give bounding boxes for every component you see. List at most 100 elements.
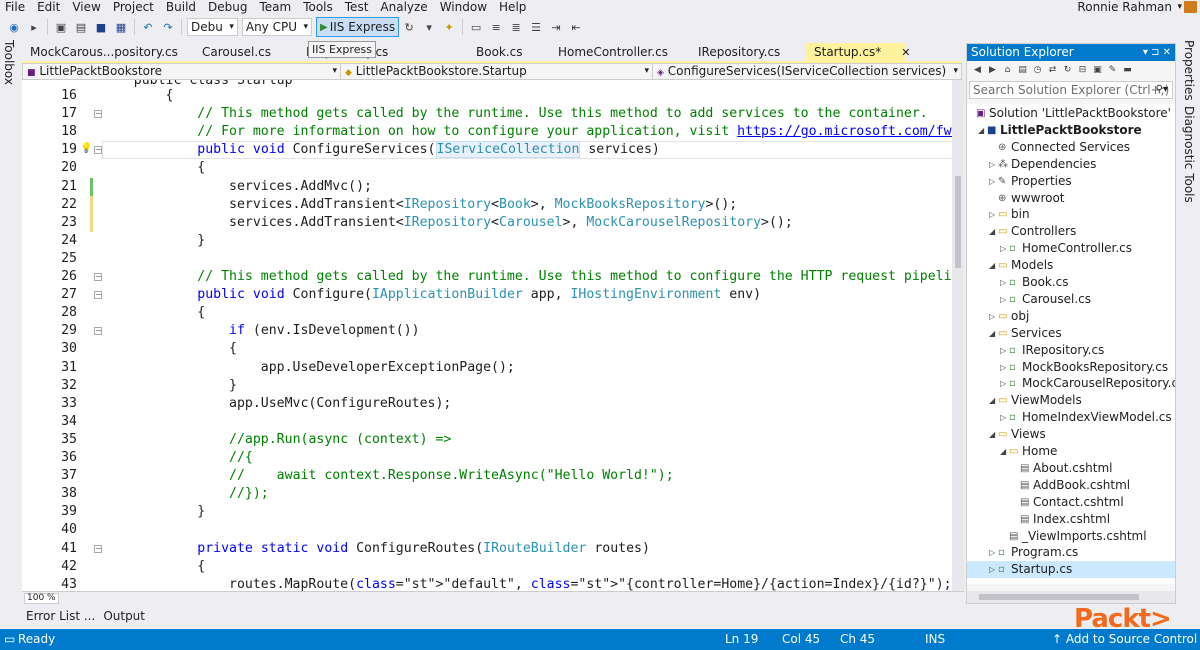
doc-tab-book-cs[interactable]: Book.cs xyxy=(468,43,550,61)
browser-link-icon[interactable]: ▾ xyxy=(421,19,437,35)
uncomment-icon[interactable]: ☰ xyxy=(528,19,544,35)
menu-file[interactable]: File xyxy=(0,0,31,15)
menu-build[interactable]: Build xyxy=(160,0,202,15)
tree-item-irepository-cs[interactable]: ▷ ▫ IRepository.cs xyxy=(967,342,1175,359)
toolbox-tab[interactable]: Toolbox xyxy=(2,40,16,85)
doc-tab-startup-cs[interactable]: Startup.cs* ✕ xyxy=(806,43,910,61)
tree-item-index-cshtml[interactable]: ▤ Index.cshtml xyxy=(967,511,1175,528)
properties-tab[interactable]: Properties xyxy=(1182,40,1196,101)
tree-item-bin[interactable]: ▷ ▭ bin xyxy=(967,206,1175,223)
outdent-icon[interactable]: ⇤ xyxy=(568,19,584,35)
collapsed-arrow-icon[interactable]: ▷ xyxy=(1000,359,1006,376)
tree-item-controllers[interactable]: ◢ ▭ Controllers xyxy=(967,223,1175,240)
tree-item-wwwroot[interactable]: ⊕ wwwroot xyxy=(967,190,1175,207)
menu-help[interactable]: Help xyxy=(493,0,532,15)
collapse-icon[interactable]: − xyxy=(94,544,102,553)
menu-test[interactable]: Test xyxy=(339,0,375,15)
tree-item-about-cshtml[interactable]: ▤ About.cshtml xyxy=(967,460,1175,477)
menu-edit[interactable]: Edit xyxy=(31,0,66,15)
menu-team[interactable]: Team xyxy=(253,0,297,15)
tree-item-contact-cshtml[interactable]: ▤ Contact.cshtml xyxy=(967,494,1175,511)
feedback-icon[interactable] xyxy=(1184,1,1197,13)
tree-item-book-cs[interactable]: ▷ ▫ Book.cs xyxy=(967,274,1175,291)
close-icon[interactable]: ✕ xyxy=(901,46,910,59)
user-name[interactable]: Ronnie Rahman xyxy=(1077,0,1172,15)
collapsed-arrow-icon[interactable]: ▷ xyxy=(989,544,995,561)
menu-tools[interactable]: Tools xyxy=(297,0,339,15)
class-dropdown[interactable]: ◆ LittlePacktBookstore.Startup xyxy=(341,64,653,79)
doc-tab-irepository-cs[interactable]: IRepository.cs xyxy=(690,43,806,61)
collapsed-arrow-icon[interactable]: ▷ xyxy=(1000,409,1006,426)
collapsed-arrow-icon[interactable]: ▷ xyxy=(989,173,995,190)
bottom-tab-error-list[interactable]: Error List ... xyxy=(22,608,99,624)
tree-item-solution-littlepacktbookstore-1-project[interactable]: ▣Solution 'LittlePacktBookstore' (1 proj… xyxy=(967,105,1175,122)
tree-item-mockcarouselrepository-cs[interactable]: ▷ ▫ MockCarouselRepository.cs xyxy=(967,375,1175,392)
tree-item-views[interactable]: ◢ ▭ Views xyxy=(967,426,1175,443)
tree-item-dependencies[interactable]: ▷ ⁂ Dependencies xyxy=(967,156,1175,173)
collapsed-arrow-icon[interactable]: ▷ xyxy=(1000,240,1006,257)
expanded-arrow-icon[interactable]: ◢ xyxy=(989,426,995,443)
tree-item-addbook-cshtml[interactable]: ▤ AddBook.cshtml xyxy=(967,477,1175,494)
menu-analyze[interactable]: Analyze xyxy=(374,0,433,15)
tree-item-viewmodels[interactable]: ◢ ▭ ViewModels xyxy=(967,392,1175,409)
tree-item-home[interactable]: ◢ ▭ Home xyxy=(967,443,1175,460)
zoom-level[interactable]: 100 % xyxy=(24,593,59,604)
solution-search-input[interactable]: Search Solution Explorer (Ctrl+;) ⚲▾ xyxy=(969,81,1173,99)
comment-icon[interactable]: ≣ xyxy=(508,19,524,35)
project-dropdown[interactable]: ■ LittlePacktBookstore xyxy=(23,64,341,79)
tree-item-services[interactable]: ◢ ▭ Services xyxy=(967,325,1175,342)
redo-icon[interactable]: ↷ xyxy=(160,19,176,35)
configuration-dropdown[interactable]: Debu xyxy=(187,18,238,36)
preview-icon[interactable]: ▬ xyxy=(1121,64,1134,77)
solution-horizontal-scrollbar[interactable] xyxy=(967,591,1175,603)
tree-item-properties[interactable]: ▷ ✎ Properties xyxy=(967,173,1175,190)
tree-item-startup-cs[interactable]: ▷ ▫ Startup.cs xyxy=(967,561,1175,579)
indent-icon[interactable]: ⇥ xyxy=(548,19,564,35)
tree-item-homeindexviewmodel-cs[interactable]: ▷ ▫ HomeIndexViewModel.cs xyxy=(967,409,1175,426)
menu-project[interactable]: Project xyxy=(107,0,160,15)
expanded-arrow-icon[interactable]: ◢ xyxy=(978,122,984,139)
collapsed-arrow-icon[interactable]: ▷ xyxy=(989,308,995,325)
expanded-arrow-icon[interactable]: ◢ xyxy=(989,223,995,240)
collapsed-arrow-icon[interactable]: ▷ xyxy=(1000,342,1006,359)
expanded-arrow-icon[interactable]: ◢ xyxy=(989,257,995,274)
collapse-icon[interactable]: − xyxy=(94,273,102,281)
expanded-arrow-icon[interactable]: ◢ xyxy=(1000,443,1006,460)
menu-debug[interactable]: Debug xyxy=(202,0,253,15)
refresh-icon[interactable]: ↻ xyxy=(401,19,417,35)
scrollbar-thumb[interactable] xyxy=(955,176,961,268)
scrollbar-thumb[interactable] xyxy=(979,594,1139,600)
switch-views-icon[interactable]: ▤ xyxy=(1016,64,1029,77)
doc-tab-homecontroller-cs[interactable]: HomeController.cs xyxy=(550,43,690,61)
member-dropdown[interactable]: ◈ ConfigureServices(IServiceCollection s… xyxy=(653,64,961,79)
tree-item-littlepacktbookstore[interactable]: ◢ ■ LittlePacktBookstore xyxy=(967,122,1175,139)
collapsed-arrow-icon[interactable]: ▷ xyxy=(1000,274,1006,291)
menu-window[interactable]: Window xyxy=(434,0,493,15)
collapse-icon[interactable]: − xyxy=(94,146,102,155)
platform-dropdown[interactable]: Any CPU xyxy=(241,18,312,36)
expanded-arrow-icon[interactable]: ◢ xyxy=(989,325,995,342)
undo-icon[interactable]: ↶ xyxy=(140,19,156,35)
collapsed-arrow-icon[interactable]: ▷ xyxy=(1000,291,1006,308)
collapse-all-icon[interactable]: ⊟ xyxy=(1076,64,1089,77)
collapsed-arrow-icon[interactable]: ▷ xyxy=(989,156,995,173)
search-icon[interactable]: ⚲▾ xyxy=(1156,82,1168,98)
new-project-icon[interactable]: ▣ xyxy=(53,19,69,35)
tree-item-mockbooksrepository-cs[interactable]: ▷ ▫ MockBooksRepository.cs xyxy=(967,359,1175,376)
bottom-tab-output[interactable]: Output xyxy=(99,608,149,624)
tree-item-models[interactable]: ◢ ▭ Models xyxy=(967,257,1175,274)
back-icon[interactable]: ◀ xyxy=(971,64,984,77)
code-editor[interactable]: 16 17 − 18 19 − 20 21 22 23 24 25 26 − 27 − 28 29 − 30 31 32 3… xyxy=(22,80,964,591)
home-icon[interactable]: ⌂ xyxy=(1001,64,1014,77)
menu-view[interactable]: View xyxy=(66,0,106,15)
pin-close-icons[interactable]: ▾ ⊐ ✕ xyxy=(1143,44,1171,61)
lightbulb-icon[interactable]: 💡 xyxy=(80,143,92,154)
run-iis-express-button[interactable]: ▶ IIS Express xyxy=(316,17,400,37)
collapse-icon[interactable]: − xyxy=(94,110,102,119)
open-file-icon[interactable]: ▤ xyxy=(73,19,89,35)
save-all-icon[interactable]: ▦ xyxy=(113,19,129,35)
wrench-icon[interactable]: ✎ xyxy=(1106,64,1119,77)
show-all-files-icon[interactable]: ▣ xyxy=(1091,64,1104,77)
format-icon[interactable]: ≡ xyxy=(488,19,504,35)
refresh-icon[interactable]: ↻ xyxy=(1061,64,1074,77)
